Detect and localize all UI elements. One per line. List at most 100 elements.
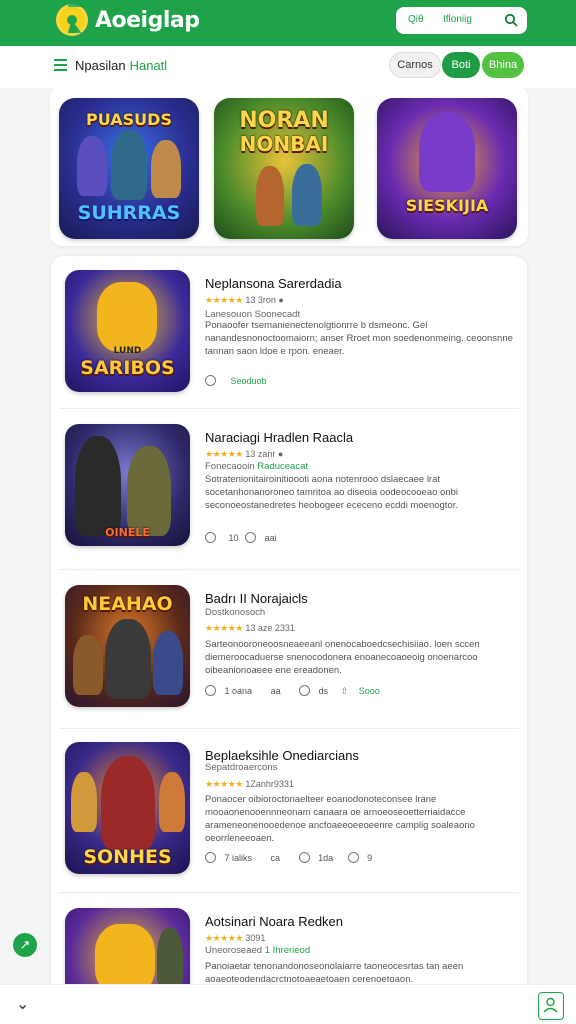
action-text: 1da — [318, 853, 334, 863]
action-text: aa — [270, 686, 281, 696]
action-count: 7 ialiks — [224, 853, 253, 863]
search-label-right: Ifloniig — [443, 14, 472, 25]
game-developer: Dostkonosoch — [205, 607, 266, 618]
game-name[interactable]: Beplaeksihle Onediarcians — [205, 748, 359, 763]
featured-game-3[interactable]: SIESKIJIA — [377, 98, 517, 239]
divider — [59, 569, 519, 570]
divider — [59, 408, 519, 409]
rating-stars: ★★★★★ — [205, 449, 243, 459]
game-rating: ★★★★★ 13 zanr ● — [205, 449, 283, 460]
character-figure — [419, 112, 475, 192]
character-figure — [292, 164, 322, 226]
game-thumbnail[interactable]: OINELE — [65, 424, 190, 546]
character-figure — [151, 140, 181, 198]
game-thumbnail[interactable]: SONHES — [65, 742, 190, 874]
list-item[interactable]: NEAHAO Badrı II Norajaicls Dostkonosoch … — [59, 585, 519, 715]
info-icon[interactable] — [205, 685, 216, 696]
section-title-accent: Hanatl — [129, 58, 168, 73]
character-figure — [75, 436, 121, 536]
game-actions: 7 ialiks ca 1da 9 — [205, 852, 372, 863]
developer-accent: Raduceacat — [257, 461, 308, 472]
game-name[interactable]: Aotsinari Noara Redken — [205, 914, 343, 929]
list-item[interactable]: Aotsinari Noara Redken ★★★★★ 3091 Uneoro… — [59, 908, 519, 1024]
game-name[interactable]: Neplansona Sarerdadia — [205, 276, 342, 291]
thumbnail-title: SARIBOS — [80, 357, 175, 379]
character-figure — [111, 130, 147, 200]
developer-text: Uneoroseaed — [205, 945, 263, 956]
game-actions: Seoduob — [205, 375, 267, 386]
game-name[interactable]: Badrı II Norajaicls — [205, 591, 308, 606]
character-figure — [73, 635, 103, 695]
rating-stars: ★★★★★ — [205, 933, 243, 943]
game-description: Sarteonooroneoosneaeeanl onenocaboedcsec… — [205, 639, 480, 676]
section-title: Npasilan Hanatl — [75, 58, 167, 73]
featured-game-2[interactable]: NORAN NONBAI — [214, 98, 354, 239]
game-thumbnail[interactable]: NEAHAO — [65, 585, 190, 707]
like-icon[interactable] — [298, 852, 310, 863]
filter-pill-2[interactable]: Boti — [442, 52, 480, 78]
menu-icon[interactable] — [54, 59, 67, 71]
game-description: Sotratenionitairoinitioooti aona notenro… — [205, 474, 459, 511]
chevron-icon[interactable]: ⌄ — [16, 994, 29, 1014]
featured-3-title-bottom: SIESKIJIA — [405, 196, 489, 215]
filter-pill-3[interactable]: Bhina — [482, 52, 524, 78]
list-item[interactable]: SONHES Beplaeksihle Onediarcians Sepatdr… — [59, 742, 519, 876]
action-text: ds — [318, 686, 329, 696]
like-icon[interactable] — [299, 685, 311, 696]
brand-name[interactable]: Aoeiglap — [95, 8, 200, 33]
search-icon[interactable] — [504, 13, 518, 27]
thumbnail-title: SONHES — [83, 846, 172, 868]
game-rating: ★★★★★ 3091 — [205, 933, 265, 944]
developer-accent: 1 Ihrerieod — [264, 945, 311, 956]
search-bar[interactable]: Qiθ Ifloniig — [396, 7, 527, 34]
section-title-main: Npasilan — [75, 58, 126, 73]
action-link[interactable]: Seoduob — [231, 376, 267, 386]
character-figure — [105, 619, 151, 699]
rating-stars: ★★★★★ — [205, 779, 243, 789]
app-logo[interactable] — [56, 4, 88, 36]
list-item[interactable]: OINELE Naraciagi Hradlen Raacla ★★★★★ 13… — [59, 424, 519, 554]
action-link[interactable]: Sooo — [359, 686, 380, 696]
featured-2-title-top: NORAN — [239, 108, 329, 133]
action-count: 10 — [228, 533, 239, 543]
filter-pill-1[interactable]: Carnos — [389, 52, 441, 78]
arrow-icon[interactable]: ↗ — [13, 933, 37, 957]
info-icon[interactable] — [205, 852, 216, 863]
bottom-bar — [0, 984, 576, 1024]
like-icon[interactable] — [245, 532, 257, 543]
game-rating: ★★★★★ 13 3ron ● — [205, 295, 284, 306]
divider — [59, 892, 519, 893]
rating-text: 3091 — [245, 933, 266, 943]
action-text: ca — [270, 853, 281, 863]
rating-stars: ★★★★★ — [205, 295, 243, 305]
divider — [59, 728, 519, 729]
list-item[interactable]: LUND SARIBOS Neplansona Sarerdadia ★★★★★… — [59, 270, 519, 400]
featured-1-title-top: PUASUDS — [86, 110, 172, 129]
action-count: 9 — [367, 853, 373, 863]
character-figure — [159, 772, 185, 832]
character-figure — [153, 631, 183, 695]
game-developer: Fonecaooin Raduceacat — [205, 461, 308, 472]
featured-1-title-bottom: SUHRRAS — [77, 202, 181, 224]
action-count: 1 oana — [224, 686, 253, 696]
share-icon[interactable] — [347, 852, 359, 863]
featured-game-1[interactable]: PUASUDS SUHRRAS — [59, 98, 199, 239]
action-text: aai — [264, 533, 277, 543]
rating-text: 13 3ron ● — [245, 295, 284, 305]
game-name[interactable]: Naraciagi Hradlen Raacla — [205, 430, 353, 445]
character-figure — [97, 282, 157, 352]
game-actions: 10 aai — [205, 532, 277, 543]
game-thumbnail[interactable]: LUND SARIBOS — [65, 270, 190, 392]
character-figure — [71, 772, 97, 832]
info-icon[interactable] — [205, 375, 216, 386]
info-icon[interactable] — [205, 532, 216, 543]
character-figure — [77, 136, 107, 196]
game-developer: Sepatdroaercons — [205, 762, 278, 773]
game-rating: ★★★★★ 13 aze 2331 — [205, 623, 295, 634]
share-icon[interactable]: ⇧ — [341, 686, 349, 696]
game-developer: Uneoroseaed 1 Ihrerieod — [205, 945, 310, 956]
profile-icon[interactable] — [538, 992, 564, 1020]
game-rating: ★★★★★ 1Zanhr9331 — [205, 779, 294, 790]
game-description: Ponaocer oibioroctonaelteer eoanodonotec… — [205, 794, 475, 844]
character-figure — [157, 928, 183, 988]
